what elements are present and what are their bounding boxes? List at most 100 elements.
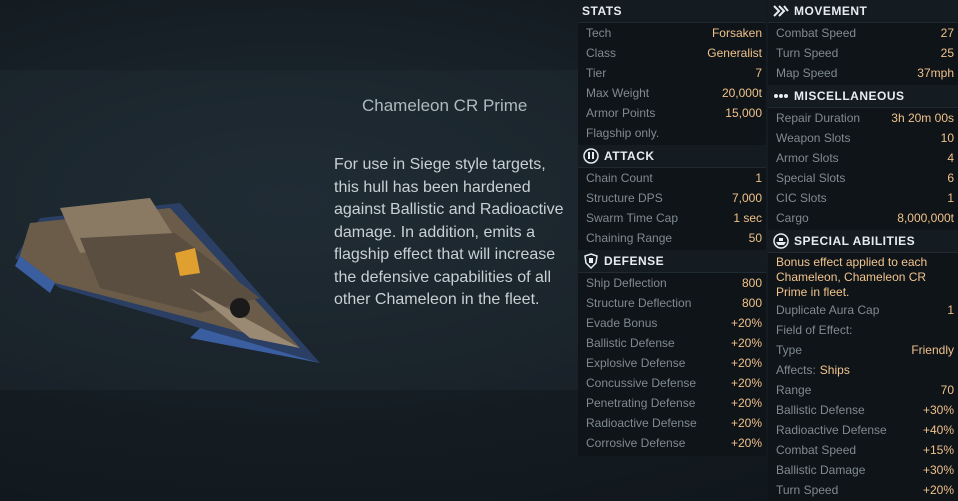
defense-row-label: Explosive Defense [586, 356, 686, 370]
defense-row-label: Penetrating Defense [586, 396, 696, 410]
stats-row-label: Tier [586, 66, 607, 80]
special-row-value: +40% [922, 423, 954, 437]
misc-row-label: CIC Slots [776, 191, 827, 205]
special-row-label: Range [776, 383, 812, 397]
stats-row-value: 7 [755, 66, 762, 80]
attack-row: Chain Count 1 [578, 168, 766, 188]
defense-row-value: +20% [730, 356, 762, 370]
type-row: Type Friendly [768, 340, 958, 360]
stats-row-value: Generalist [707, 46, 762, 60]
attack-row-value: 1 [755, 171, 762, 185]
special-list: Range 70 Ballistic Defense +30% Radioactive … [768, 380, 958, 500]
movement-header: MOVEMENT [768, 0, 958, 23]
dup-aura-row: Duplicate Aura Cap 1 [768, 300, 958, 320]
defense-row-value: 800 [741, 276, 762, 290]
misc-row-label: Special Slots [776, 171, 846, 185]
movement-row-label: Map Speed [776, 66, 838, 80]
misc-row-value: 4 [947, 151, 954, 165]
attack-title: ATTACK [604, 149, 655, 163]
stats-row-value: 20,000t [721, 86, 762, 100]
special-row: Range 70 [768, 380, 958, 400]
stats-row-label: Max Weight [586, 86, 650, 100]
misc-header: MISCELLANEOUS [768, 85, 958, 108]
misc-row-value: 3h 20m 00s [891, 111, 954, 125]
defense-title: DEFENSE [604, 254, 665, 268]
misc-row-label: Cargo [776, 211, 809, 225]
movement-row-value: 37mph [917, 66, 954, 80]
defense-row-label: Radioactive Defense [586, 416, 697, 430]
defense-row-value: +20% [730, 396, 762, 410]
misc-row-label: Armor Slots [776, 151, 839, 165]
dup-aura-value: 1 [947, 303, 954, 317]
attack-row: Structure DPS 7,000 [578, 188, 766, 208]
attack-list: Chain Count 1 Structure DPS 7,000 Swarm Time… [578, 168, 766, 248]
misc-row: Cargo 8,000,000t [768, 208, 958, 228]
defense-header: DEFENSE [578, 250, 766, 273]
movement-list: Combat Speed 27 Turn Speed 25 Map Speed 37mph [768, 23, 958, 83]
defense-row-label: Concussive Defense [586, 376, 697, 390]
misc-row-value: 10 [940, 131, 954, 145]
defense-row-value: +20% [730, 436, 762, 450]
stats-row-label: Tech [586, 26, 612, 40]
misc-title: MISCELLANEOUS [794, 89, 905, 103]
defense-row: Explosive Defense +20% [578, 353, 766, 373]
movement-row: Turn Speed 25 [768, 43, 958, 63]
movement-row-value: 25 [940, 46, 954, 60]
attack-row-value: 50 [748, 231, 762, 245]
misc-row-label: Repair Duration [776, 111, 861, 125]
movement-row-label: Combat Speed [776, 26, 857, 40]
affects-label: Affects: [776, 363, 816, 377]
special-header: SPECIAL ABILITIES [768, 230, 958, 253]
misc-row: Repair Duration 3h 20m 00s [768, 108, 958, 128]
affects-value: Ships [819, 363, 850, 377]
field-of-effect-row: Field of Effect: [768, 320, 958, 340]
defense-row-value: +20% [730, 316, 762, 330]
misc-row-value: 6 [947, 171, 954, 185]
defense-row: Concussive Defense +20% [578, 373, 766, 393]
misc-row: CIC Slots 1 [768, 188, 958, 208]
stats-row-label: Armor Points [586, 106, 656, 120]
stats-header: STATS [578, 0, 766, 23]
defense-row-label: Corrosive Defense [586, 436, 686, 450]
ship-description: For use in Siege style targets, this hul… [334, 156, 564, 308]
attack-row-label: Structure DPS [586, 191, 663, 205]
movement-row: Combat Speed 27 [768, 23, 958, 43]
dup-aura-label: Duplicate Aura Cap [776, 303, 880, 317]
defense-row-value: 800 [741, 296, 762, 310]
stats-row: Armor Points 15,000 [578, 103, 766, 123]
stats-row: Flagship only. [578, 123, 766, 143]
stats-title: STATS [582, 4, 623, 18]
defense-row-label: Ship Deflection [586, 276, 667, 290]
special-row: Ballistic Damage +30% [768, 460, 958, 480]
defense-row: Corrosive Defense +20% [578, 433, 766, 453]
details-column: MOVEMENT Combat Speed 27 Turn Speed 25 Map S… [768, 0, 958, 501]
defense-row-label: Ballistic Defense [586, 336, 675, 350]
special-row-value: +30% [922, 403, 954, 417]
chevrons-right-icon [772, 2, 790, 20]
special-row-label: Ballistic Defense [776, 403, 865, 417]
misc-row: Special Slots 6 [768, 168, 958, 188]
defense-row: Penetrating Defense +20% [578, 393, 766, 413]
stats-row: Max Weight 20,000t [578, 83, 766, 103]
defense-row: Structure Deflection 800 [578, 293, 766, 313]
defense-row: Ballistic Defense +20% [578, 333, 766, 353]
attack-row-label: Chain Count [586, 171, 653, 185]
attack-header: ATTACK [578, 145, 766, 168]
stats-row-value: Forsaken [711, 26, 762, 40]
ship-name: Chameleon CR Prime [362, 96, 528, 115]
defense-row-label: Evade Bonus [586, 316, 658, 330]
stats-row: Tier 7 [578, 63, 766, 83]
ship-image [15, 198, 320, 363]
shield-icon [582, 252, 600, 270]
special-row-value: 70 [940, 383, 954, 397]
attack-icon [582, 147, 600, 165]
defense-row-label: Structure Deflection [586, 296, 692, 310]
misc-row-value: 1 [947, 191, 954, 205]
attack-row-value: 1 sec [733, 211, 762, 225]
defense-row: Radioactive Defense +20% [578, 413, 766, 433]
dots-icon [772, 87, 790, 105]
movement-title: MOVEMENT [794, 4, 868, 18]
attack-row-label: Chaining Range [586, 231, 673, 245]
special-row-value: +30% [922, 463, 954, 477]
ship-badge-icon [772, 232, 790, 250]
